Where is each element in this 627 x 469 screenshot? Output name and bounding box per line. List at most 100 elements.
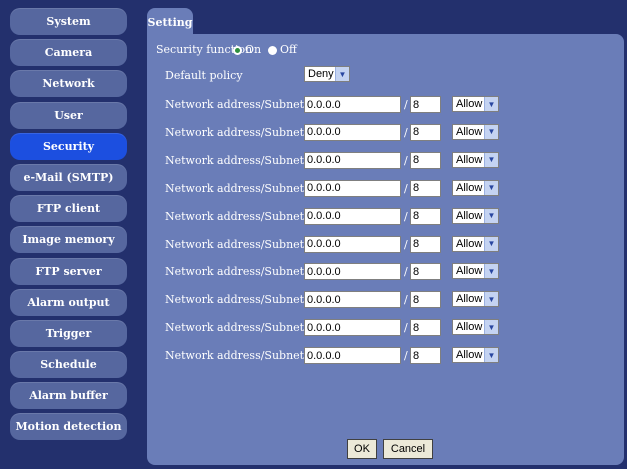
network-address-input[interactable]: 0.0.0.0 <box>304 347 401 365</box>
sidebar-item-security[interactable]: Security <box>10 132 127 160</box>
subnet-mask-input[interactable]: 8 <box>410 123 441 141</box>
sidebar-item-image-memory[interactable]: Image memory <box>10 226 127 254</box>
chevron-down-icon: ▼ <box>484 264 498 279</box>
tab-setting[interactable]: Setting <box>147 8 193 36</box>
sidebar-item-e-mail-smtp[interactable]: e-Mail (SMTP) <box>10 163 127 191</box>
sidebar-item-label: FTP client <box>36 202 101 216</box>
default-policy-label: Default policy <box>165 69 243 82</box>
sidebar-item-label: Alarm output <box>27 295 110 309</box>
network-action-select[interactable]: Allow ▼ <box>452 179 499 196</box>
sidebar-item-label: Alarm buffer <box>29 389 108 403</box>
default-policy-select[interactable]: Deny ▼ <box>304 66 350 82</box>
sidebar-item-label: Motion detection <box>15 420 122 434</box>
network-address-input[interactable]: 0.0.0.0 <box>304 179 401 197</box>
sidebar-item-label: User <box>54 108 83 122</box>
sidebar-item-label: FTP server <box>35 264 102 278</box>
subnet-mask-input[interactable]: 8 <box>410 179 441 197</box>
network-subnet-label: Network address/Subnet 9 <box>165 321 315 335</box>
network-action-select[interactable]: Allow ▼ <box>452 207 499 224</box>
subnet-separator: / <box>404 153 408 167</box>
network-subnet-label: Network address/Subnet 6 <box>165 237 315 251</box>
network-action-value: Allow <box>456 349 483 362</box>
network-action-value: Allow <box>456 153 483 166</box>
cancel-button[interactable]: Cancel <box>383 439 433 459</box>
sidebar-item-alarm-buffer[interactable]: Alarm buffer <box>10 382 127 410</box>
network-action-select[interactable]: Allow ▼ <box>452 347 499 364</box>
network-action-select[interactable]: Allow ▼ <box>452 263 499 280</box>
security-off-radio[interactable] <box>268 46 277 55</box>
network-action-value: Allow <box>456 209 483 222</box>
sidebar-item-ftp-server[interactable]: FTP server <box>10 257 127 285</box>
network-action-value: Allow <box>456 293 483 306</box>
settings-panel: Security function On Off Default policy Deny… <box>147 34 624 465</box>
network-address-input[interactable]: 0.0.0.0 <box>304 319 401 337</box>
subnet-separator: / <box>404 349 408 363</box>
network-address-input[interactable]: 0.0.0.0 <box>304 291 401 309</box>
network-address-input[interactable]: 0.0.0.0 <box>304 207 401 225</box>
network-action-select[interactable]: Allow ▼ <box>452 291 499 308</box>
network-subnet-label: Network address/Subnet 7 <box>165 265 315 279</box>
network-action-select[interactable]: Allow ▼ <box>452 151 499 168</box>
sidebar-nav: System Camera Network User Security e-Mail (S… <box>10 8 127 445</box>
subnet-mask-input[interactable]: 8 <box>410 96 441 113</box>
sidebar-item-schedule[interactable]: Schedule <box>10 351 127 379</box>
network-action-value: Allow <box>456 321 483 334</box>
network-address-input[interactable]: 0.0.0.0 <box>304 123 401 141</box>
network-subnet-label: Network address/Subnet10 <box>165 349 319 363</box>
network-subnet-label: Network address/Subnet 8 <box>165 293 315 307</box>
ok-button[interactable]: OK <box>347 439 377 459</box>
chevron-down-icon: ▼ <box>484 320 498 335</box>
network-action-select[interactable]: Allow ▼ <box>452 123 499 140</box>
subnet-separator: / <box>404 237 408 251</box>
sidebar-item-label: Schedule <box>40 358 97 372</box>
sidebar-item-trigger[interactable]: Trigger <box>10 319 127 347</box>
subnet-mask-input[interactable]: 8 <box>410 235 441 253</box>
subnet-separator: / <box>404 98 408 111</box>
chevron-down-icon: ▼ <box>484 152 498 167</box>
subnet-mask-input[interactable]: 8 <box>410 291 441 309</box>
network-subnet-label: Network address/Subnet 4 <box>165 181 315 195</box>
sidebar-item-label: Trigger <box>45 326 92 340</box>
network-action-value: Allow <box>456 237 483 250</box>
network-action-select[interactable]: Allow ▼ <box>452 96 499 112</box>
sidebar-item-camera[interactable]: Camera <box>10 39 127 67</box>
network-action-select[interactable]: Allow ▼ <box>452 319 499 336</box>
chevron-down-icon: ▼ <box>484 124 498 139</box>
sidebar-item-label: System <box>46 15 91 28</box>
sidebar-item-label: Network <box>42 77 95 91</box>
chevron-down-icon: ▼ <box>484 208 498 223</box>
network-address-input[interactable]: 0.0.0.0 <box>304 151 401 169</box>
security-on-radio[interactable] <box>233 46 242 55</box>
subnet-separator: / <box>404 125 408 139</box>
default-policy-value: Deny <box>308 68 334 80</box>
network-address-input[interactable]: 0.0.0.0 <box>304 235 401 253</box>
chevron-down-icon: ▼ <box>484 236 498 251</box>
network-address-input[interactable]: 0.0.0.0 <box>304 263 401 281</box>
sidebar-item-user[interactable]: User <box>10 101 127 129</box>
subnet-separator: / <box>404 265 408 279</box>
network-address-input[interactable]: 0.0.0.0 <box>304 96 401 113</box>
network-action-select[interactable]: Allow ▼ <box>452 235 499 252</box>
chevron-down-icon: ▼ <box>484 180 498 195</box>
network-action-value: Allow <box>456 265 483 278</box>
subnet-mask-input[interactable]: 8 <box>410 263 441 281</box>
subnet-mask-input[interactable]: 8 <box>410 151 441 169</box>
sidebar-item-label: Security <box>42 139 95 153</box>
network-subnet-label: Network address/Subnet 3 <box>165 153 315 167</box>
sidebar-item-system[interactable]: System <box>10 8 127 35</box>
subnet-mask-input[interactable]: 8 <box>410 347 441 365</box>
chevron-down-icon: ▼ <box>484 292 498 307</box>
subnet-separator: / <box>404 321 408 335</box>
sidebar-item-network[interactable]: Network <box>10 70 127 98</box>
network-action-value: Allow <box>456 125 483 138</box>
sidebar-item-motion-detection[interactable]: Motion detection <box>10 413 127 441</box>
network-subnet-label: Network address/Subnet 2 <box>165 125 315 139</box>
subnet-mask-input[interactable]: 8 <box>410 207 441 225</box>
network-subnet-label: Network address/Subnet 5 <box>165 209 315 223</box>
sidebar-item-ftp-client[interactable]: FTP client <box>10 195 127 223</box>
chevron-down-icon: ▼ <box>335 67 349 81</box>
subnet-mask-input[interactable]: 8 <box>410 319 441 337</box>
security-off-label: Off <box>280 43 297 56</box>
sidebar-item-alarm-output[interactable]: Alarm output <box>10 288 127 316</box>
network-subnet-label: Network address/Subnet 1 <box>165 98 315 111</box>
